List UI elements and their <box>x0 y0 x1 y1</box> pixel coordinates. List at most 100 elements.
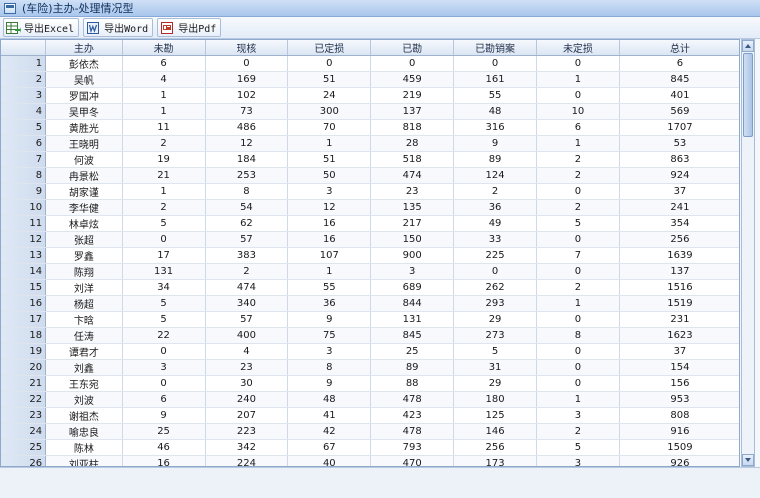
cell-name[interactable]: 陈林 <box>45 439 123 456</box>
column-header[interactable]: 已定损 <box>287 40 372 56</box>
cell-value[interactable]: 21 <box>122 167 206 184</box>
cell-name[interactable]: 卞晗 <box>45 311 123 328</box>
cell-value[interactable]: 70 <box>287 119 372 136</box>
cell-value[interactable]: 67 <box>287 439 372 456</box>
cell-value[interactable]: 28 <box>370 135 455 152</box>
cell-name[interactable]: 李华健 <box>45 199 123 216</box>
cell-value[interactable]: 383 <box>205 247 289 264</box>
cell-value[interactable]: 0 <box>536 87 620 104</box>
cell-value[interactable]: 180 <box>453 391 537 408</box>
cell-value[interactable]: 1 <box>287 135 372 152</box>
cell-value[interactable]: 845 <box>370 327 455 344</box>
table-row[interactable]: 17 卞晗 5 57 9 131 29 0 231 <box>1 311 739 328</box>
cell-value[interactable]: 89 <box>370 359 455 376</box>
cell-value[interactable]: 46 <box>122 439 206 456</box>
cell-value[interactable]: 19 <box>122 151 206 168</box>
cell-value[interactable]: 8 <box>536 327 620 344</box>
cell-value[interactable]: 53 <box>619 135 739 152</box>
cell-value[interactable]: 262 <box>453 279 537 296</box>
cell-value[interactable]: 423 <box>370 407 455 424</box>
cell-value[interactable]: 0 <box>287 55 372 72</box>
cell-value[interactable]: 9 <box>122 407 206 424</box>
cell-name[interactable]: 刘洋 <box>45 279 123 296</box>
cell-value[interactable]: 0 <box>122 231 206 248</box>
cell-value[interactable]: 0 <box>453 55 537 72</box>
cell-value[interactable]: 5 <box>122 295 206 312</box>
cell-value[interactable]: 6 <box>122 55 206 72</box>
cell-value[interactable]: 125 <box>453 407 537 424</box>
cell-value[interactable]: 845 <box>619 71 739 88</box>
cell-value[interactable]: 169 <box>205 71 289 88</box>
cell-name[interactable]: 罗国冲 <box>45 87 123 104</box>
cell-value[interactable]: 16 <box>287 215 372 232</box>
cell-name[interactable]: 王晓明 <box>45 135 123 152</box>
cell-value[interactable]: 37 <box>619 343 739 360</box>
column-header[interactable]: 未勘 <box>122 40 206 56</box>
cell-value[interactable]: 1623 <box>619 327 739 344</box>
cell-value[interactable]: 31 <box>453 359 537 376</box>
scroll-down-button[interactable] <box>742 454 754 466</box>
table-row[interactable]: 1 彭依杰 6 0 0 0 0 0 6 <box>1 55 739 72</box>
cell-value[interactable]: 207 <box>205 407 289 424</box>
cell-value[interactable]: 3 <box>370 263 455 280</box>
cell-name[interactable]: 吴帆 <box>45 71 123 88</box>
table-row[interactable]: 9 胡家谨 1 8 3 23 2 0 37 <box>1 183 739 200</box>
cell-value[interactable]: 924 <box>619 167 739 184</box>
cell-value[interactable]: 231 <box>619 311 739 328</box>
cell-value[interactable]: 293 <box>453 295 537 312</box>
cell-value[interactable]: 137 <box>619 263 739 280</box>
cell-name[interactable]: 胡家谨 <box>45 183 123 200</box>
cell-value[interactable]: 0 <box>536 375 620 392</box>
cell-value[interactable]: 9 <box>287 311 372 328</box>
cell-value[interactable]: 1 <box>287 263 372 280</box>
cell-value[interactable]: 16 <box>287 231 372 248</box>
cell-value[interactable]: 1 <box>536 295 620 312</box>
cell-value[interactable]: 29 <box>453 311 537 328</box>
table-row[interactable]: 23 谢祖杰 9 207 41 423 125 3 808 <box>1 407 739 424</box>
cell-value[interactable]: 40 <box>287 455 372 466</box>
cell-value[interactable]: 459 <box>370 71 455 88</box>
cell-value[interactable]: 217 <box>370 215 455 232</box>
column-header[interactable]: 未定损 <box>536 40 620 56</box>
cell-value[interactable]: 0 <box>536 359 620 376</box>
cell-value[interactable]: 3 <box>536 455 620 466</box>
cell-value[interactable]: 89 <box>453 151 537 168</box>
table-row[interactable]: 22 刘波 6 240 48 478 180 1 953 <box>1 391 739 408</box>
cell-value[interactable]: 8 <box>205 183 289 200</box>
cell-value[interactable]: 49 <box>453 215 537 232</box>
cell-value[interactable]: 0 <box>536 183 620 200</box>
cell-value[interactable]: 150 <box>370 231 455 248</box>
cell-value[interactable]: 131 <box>370 311 455 328</box>
cell-value[interactable]: 400 <box>205 327 289 344</box>
cell-value[interactable]: 124 <box>453 167 537 184</box>
cell-value[interactable]: 900 <box>370 247 455 264</box>
cell-value[interactable]: 154 <box>619 359 739 376</box>
cell-value[interactable]: 844 <box>370 295 455 312</box>
cell-value[interactable]: 131 <box>122 263 206 280</box>
cell-value[interactable]: 0 <box>536 263 620 280</box>
cell-value[interactable]: 1 <box>122 103 206 120</box>
cell-name[interactable]: 王东宛 <box>45 375 123 392</box>
table-row[interactable]: 11 林卓炫 5 62 16 217 49 5 354 <box>1 215 739 232</box>
cell-value[interactable]: 0 <box>453 263 537 280</box>
table-row[interactable]: 7 何波 19 184 51 518 89 2 863 <box>1 151 739 168</box>
cell-value[interactable]: 6 <box>122 391 206 408</box>
cell-value[interactable]: 3 <box>287 183 372 200</box>
cell-value[interactable]: 1639 <box>619 247 739 264</box>
cell-value[interactable]: 137 <box>370 103 455 120</box>
cell-value[interactable]: 219 <box>370 87 455 104</box>
table-row[interactable]: 18 任涛 22 400 75 845 273 8 1623 <box>1 327 739 344</box>
export-word-button[interactable]: 导出Word <box>83 18 154 37</box>
cell-name[interactable]: 刘亚柱 <box>45 455 123 466</box>
cell-value[interactable]: 342 <box>205 439 289 456</box>
cell-value[interactable]: 25 <box>370 343 455 360</box>
cell-value[interactable]: 88 <box>370 375 455 392</box>
cell-name[interactable]: 林卓炫 <box>45 215 123 232</box>
scroll-up-button[interactable] <box>742 40 754 52</box>
cell-value[interactable]: 1 <box>122 183 206 200</box>
column-header[interactable]: 总计 <box>619 40 739 56</box>
cell-value[interactable]: 23 <box>205 359 289 376</box>
cell-value[interactable]: 4 <box>122 71 206 88</box>
cell-value[interactable]: 48 <box>287 391 372 408</box>
cell-value[interactable]: 25 <box>122 423 206 440</box>
